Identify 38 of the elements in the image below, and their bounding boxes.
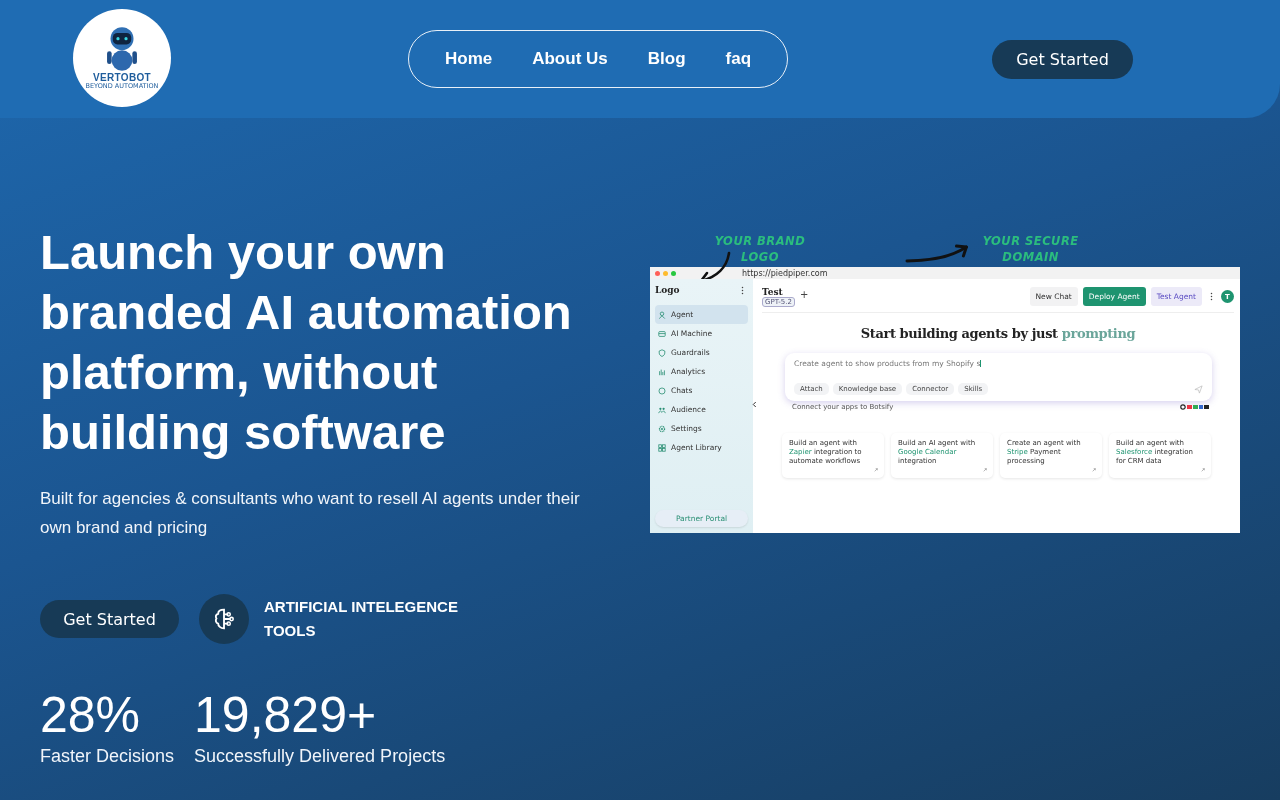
grid-icon — [658, 443, 666, 452]
window-dot — [655, 270, 660, 276]
annotation-text: YOUR BRAND LOGO — [713, 233, 807, 265]
arrow-icon — [983, 468, 987, 472]
get-started-button[interactable]: Get Started — [992, 39, 1133, 79]
stat-value: 28% — [40, 686, 142, 745]
app-logo: Logo — [655, 285, 680, 295]
get-started-button[interactable]: Get Started — [40, 600, 179, 638]
nav-link[interactable]: faq — [725, 49, 752, 69]
nav-link[interactable]: Home — [444, 49, 493, 69]
annotation-text: YOUR SECURE DOMAIN — [981, 233, 1080, 265]
arrow-icon — [1092, 468, 1096, 472]
feature-label: ARTIFICIAL INTELEGENCE TOOLS — [264, 597, 459, 641]
window-dot — [663, 270, 668, 276]
url-text: https://piedpiper.com — [742, 268, 828, 278]
stat-label: Successfully Delivered Projects — [194, 746, 446, 767]
window-dot — [671, 270, 676, 276]
gear-icon — [658, 424, 666, 433]
add-button[interactable]: + — [799, 289, 809, 300]
page-heading: Start building agents by just prompting — [859, 326, 1137, 341]
agent-icon — [658, 310, 666, 319]
collapse-icon[interactable] — [752, 401, 757, 408]
nav-link[interactable]: About Us — [532, 49, 608, 69]
shield-icon — [658, 348, 666, 357]
hero-title: Launch your own branded AI automation platform, without building software — [40, 224, 573, 461]
chat-title: Test — [762, 286, 783, 297]
chat-icon — [658, 386, 666, 395]
stat-value: 19,829+ — [194, 686, 378, 745]
app-logos-icon — [1180, 404, 1210, 410]
arrow-icon — [1201, 468, 1205, 472]
chart-icon — [658, 367, 666, 376]
brand-name: VERTOBOT — [93, 71, 151, 83]
nav-link[interactable]: Blog — [647, 49, 686, 69]
machine-icon — [658, 329, 666, 338]
stat-label: Faster Decisions — [40, 746, 175, 767]
people-icon — [658, 405, 666, 414]
hero-subtitle: Built for agencies & consultants who want to resell AI agents under their own brand and pricing — [40, 488, 581, 539]
arrow-icon — [874, 468, 878, 472]
